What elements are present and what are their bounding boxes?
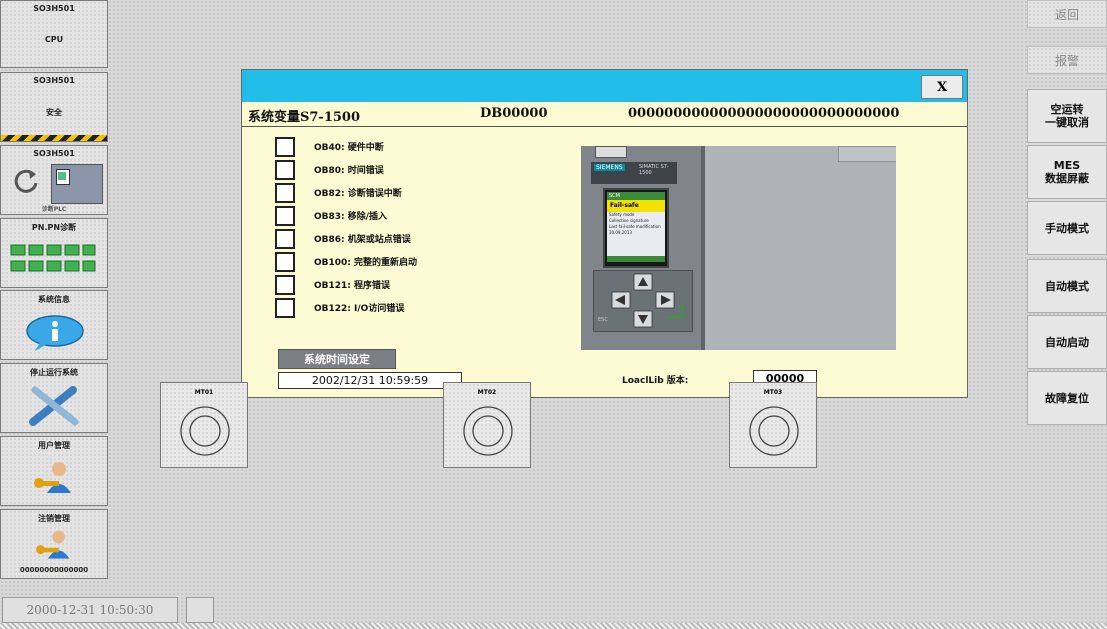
hazard-stripe: [1, 135, 107, 141]
plc-cpu-image: SIEMENS SIMATIC S7-1500 SCM Fail-safe Sa…: [581, 146, 896, 350]
plc-keypad: ESC: [593, 270, 693, 332]
system-time-field[interactable]: 2002/12/31 10:59:59: [278, 372, 462, 389]
checkbox-box[interactable]: [275, 160, 295, 180]
checkbox-box[interactable]: [275, 298, 295, 318]
stop-system-nav-title: 停止运行系统: [30, 368, 78, 377]
plc-side-module: [705, 146, 896, 350]
auto-start-button[interactable]: 自动启动: [1027, 315, 1107, 369]
bottom-strip: [0, 623, 1107, 629]
mes-data-mask-button[interactable]: MES 数据屏蔽: [1027, 145, 1107, 199]
dialog-header: 系统变量S7-1500 DB00000 00000000000000000000…: [242, 102, 967, 127]
set-system-time-button[interactable]: 系统时间设定: [278, 349, 396, 369]
dialog-header-title: 系统变量S7-1500: [248, 110, 361, 125]
checkbox-label: OB80: 时间错误: [314, 166, 384, 176]
checkbox-label: OB82: 诊断错误中断: [314, 189, 402, 199]
plc-display: SCM Fail-safe Safety mode Collective sig…: [603, 188, 669, 268]
module-ring-icon: [180, 406, 230, 456]
cpu-nav-button[interactable]: SO3H501 CPU: [0, 0, 108, 68]
checkbox-label: OB121: 程序错误: [314, 281, 391, 291]
dialog-header-db: DB00000: [480, 106, 548, 121]
logout-nav-button[interactable]: 注销管理 00000000000000: [0, 509, 108, 579]
dry-run-cancel-button[interactable]: 空运转 一键取消: [1027, 89, 1107, 143]
module-ring-icon: [749, 406, 799, 456]
close-button[interactable]: X: [921, 75, 963, 99]
refresh-icon: [14, 169, 38, 193]
arrow-keys-icon: [611, 273, 675, 328]
checkbox-box[interactable]: [275, 206, 295, 226]
safety-nav-title: SO3H501: [33, 76, 75, 85]
checkbox-box[interactable]: [275, 275, 295, 295]
module-label: MT02: [477, 389, 497, 396]
manual-mode-button[interactable]: 手动模式: [1027, 201, 1107, 255]
user-key-icon: [36, 530, 70, 559]
safety-nav-label: 安全: [46, 108, 62, 117]
checkbox-box[interactable]: [275, 137, 295, 157]
checkbox-label: OB100: 完整的重新启动: [314, 258, 418, 268]
network-icon: [10, 244, 96, 272]
dialog-header-value: 000000000000000000000000000000: [628, 106, 900, 121]
checkbox-box[interactable]: [275, 183, 295, 203]
tools-icon: [29, 386, 79, 426]
user-management-nav-title: 用户管理: [38, 441, 70, 450]
plc-brand: SIEMENS: [594, 164, 625, 171]
pn-diagnostics-nav-button[interactable]: PN.PN诊断: [0, 218, 108, 288]
dialog-title-bar[interactable]: X: [242, 70, 967, 102]
back-button[interactable]: 返回: [1027, 0, 1107, 28]
plc-model: SIMATIC S7-1500: [639, 164, 669, 176]
logout-nav-title: 注销管理: [38, 514, 70, 523]
diagnostics-plc-nav-button[interactable]: SO3H501 诊断PLC: [0, 145, 108, 215]
module-label: MT01: [194, 389, 214, 396]
module-mt02[interactable]: MT02: [443, 382, 531, 468]
info-icon: [26, 315, 84, 351]
auto-mode-button[interactable]: 自动模式: [1027, 259, 1107, 313]
user-management-nav-button[interactable]: 用户管理: [0, 436, 108, 506]
module-label: MT03: [763, 389, 783, 396]
checkbox-box[interactable]: [275, 229, 295, 249]
system-datetime: 2000-12-31 10:50:30: [2, 597, 178, 623]
checkbox-label: OB122: I/O访问错误: [314, 304, 405, 314]
system-info-nav-button[interactable]: 系统信息: [0, 290, 108, 360]
system-variables-dialog: X 系统变量S7-1500 DB00000 000000000000000000…: [241, 69, 968, 398]
lib-version-label: LoaclLib 版本:: [622, 376, 689, 386]
checkbox-box[interactable]: [275, 252, 295, 272]
system-info-nav-title: 系统信息: [38, 295, 70, 304]
logout-nav-label: 00000000000000: [19, 566, 89, 574]
diagnostics-nav-label: 诊断PLC: [41, 206, 67, 213]
plc-screen-line: 30.09.2013: [609, 230, 632, 235]
checkbox-label: OB83: 移除/插入: [314, 212, 388, 222]
checkbox-label: OB86: 机架或站点错误: [314, 235, 411, 245]
module-mt03[interactable]: MT03: [729, 382, 817, 468]
status-indicator: [186, 597, 214, 623]
diagnostics-nav-title: SO3H501: [33, 149, 75, 158]
cpu-nav-label: CPU: [44, 35, 64, 44]
safety-nav-button[interactable]: SO3H501 安全: [0, 72, 108, 142]
user-key-icon: [34, 462, 71, 493]
plc-screen-title: Fail-safe: [607, 200, 665, 212]
alarm-button[interactable]: 报警: [1027, 46, 1107, 74]
plc-module-icon: [51, 164, 103, 204]
plc-screen-header: SCM: [607, 192, 665, 200]
module-ring-icon: [463, 406, 513, 456]
pn-nav-title: PN.PN诊断: [31, 223, 77, 232]
fault-reset-button[interactable]: 故障复位: [1027, 371, 1107, 425]
plc-esc-label: ESC: [598, 317, 608, 323]
cpu-nav-title: SO3H501: [33, 4, 75, 13]
stop-system-nav-button[interactable]: 停止运行系统: [0, 363, 108, 433]
module-mt01[interactable]: MT01: [160, 382, 248, 468]
checkbox-label: OB40: 硬件中断: [314, 143, 384, 153]
